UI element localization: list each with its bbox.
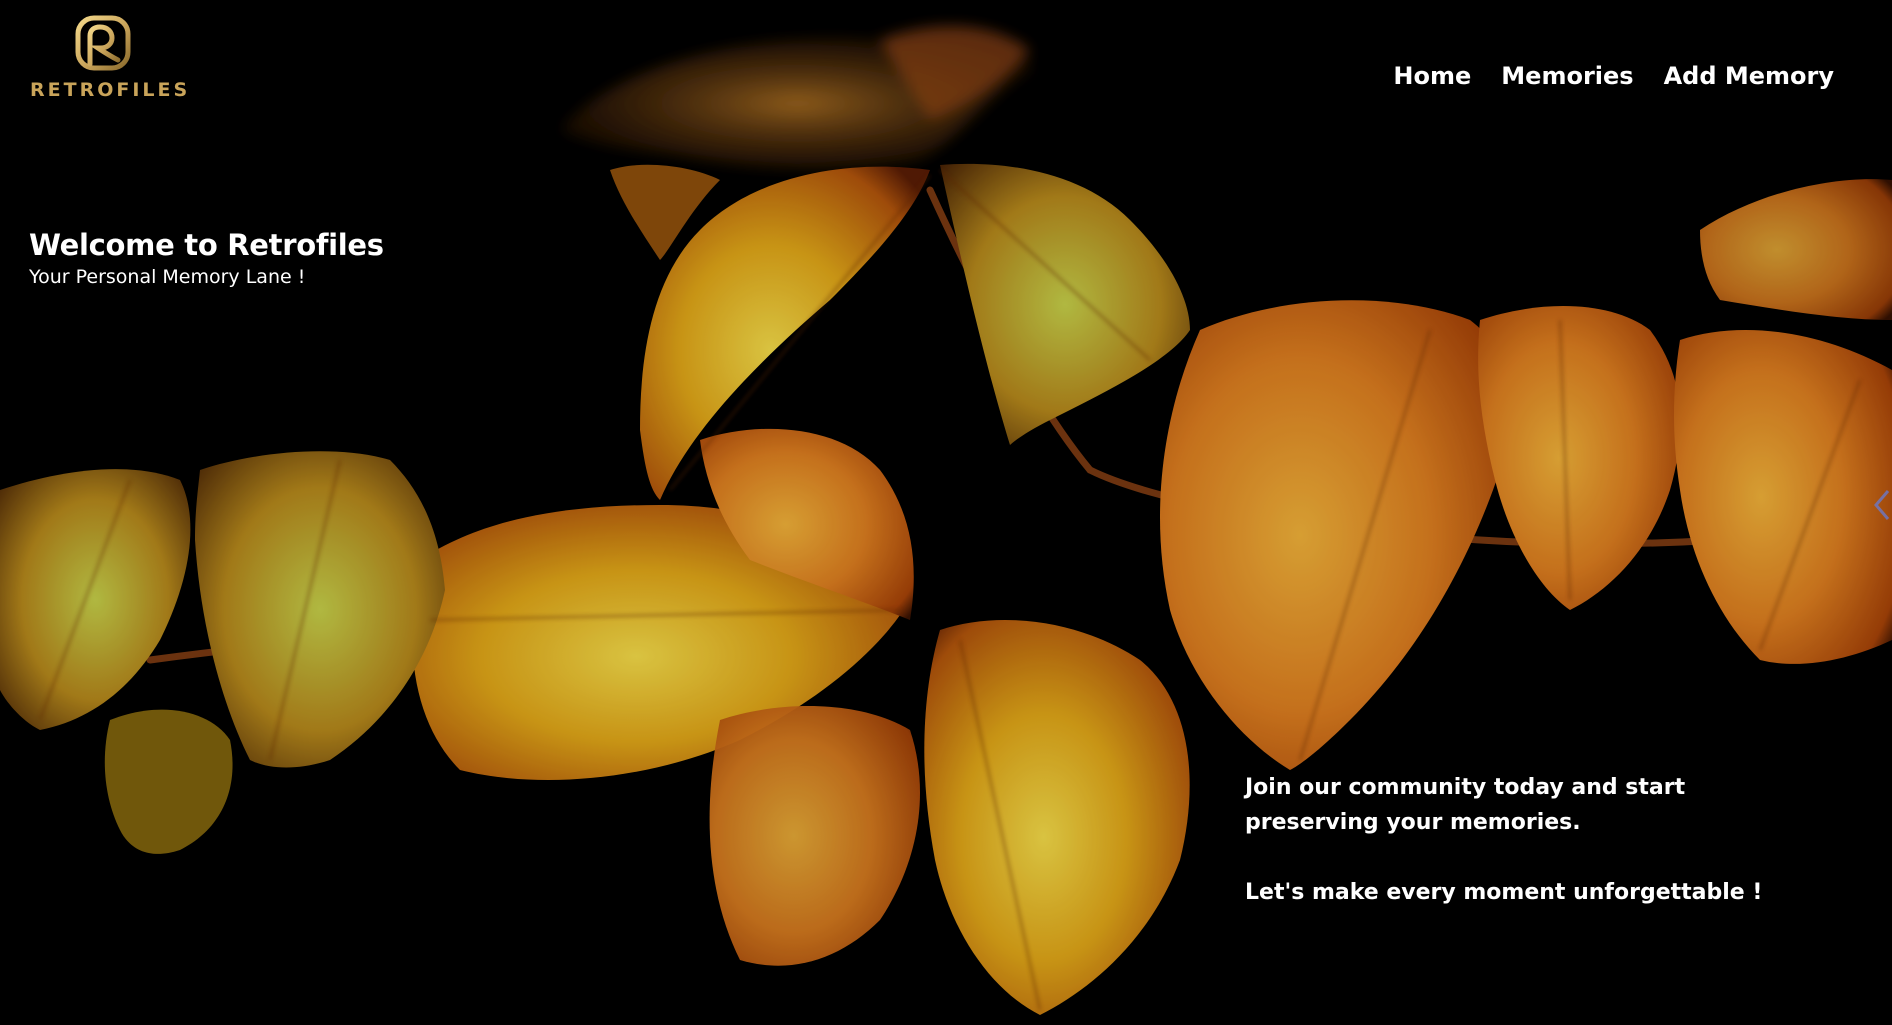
page: RETROFILES Home Memories Add Memory Welc… — [0, 0, 1892, 1025]
retrofiles-monogram-icon — [75, 15, 131, 71]
nav-add-memory-link[interactable]: Add Memory — [1664, 62, 1834, 90]
hero-title: Welcome to Retrofiles — [29, 228, 384, 262]
brand-wordmark: RETROFILES — [30, 79, 191, 101]
edge-arrow-icon[interactable] — [1870, 485, 1892, 525]
cta-line-join: Join our community today and start prese… — [1245, 775, 1686, 835]
nav-home-link[interactable]: Home — [1393, 62, 1471, 90]
hero-subtitle: Your Personal Memory Lane ! — [29, 266, 306, 288]
hero-cta-text: Join our community today and start prese… — [1245, 770, 1825, 910]
brand-logo[interactable]: RETROFILES — [30, 14, 191, 104]
cta-line-unforgettable: Let's make every moment unforgettable ! — [1245, 880, 1763, 905]
nav-memories-link[interactable]: Memories — [1501, 62, 1633, 90]
main-nav: Home Memories Add Memory — [1393, 62, 1834, 90]
hero-welcome: Welcome to Retrofiles Your Personal Memo… — [29, 228, 384, 288]
